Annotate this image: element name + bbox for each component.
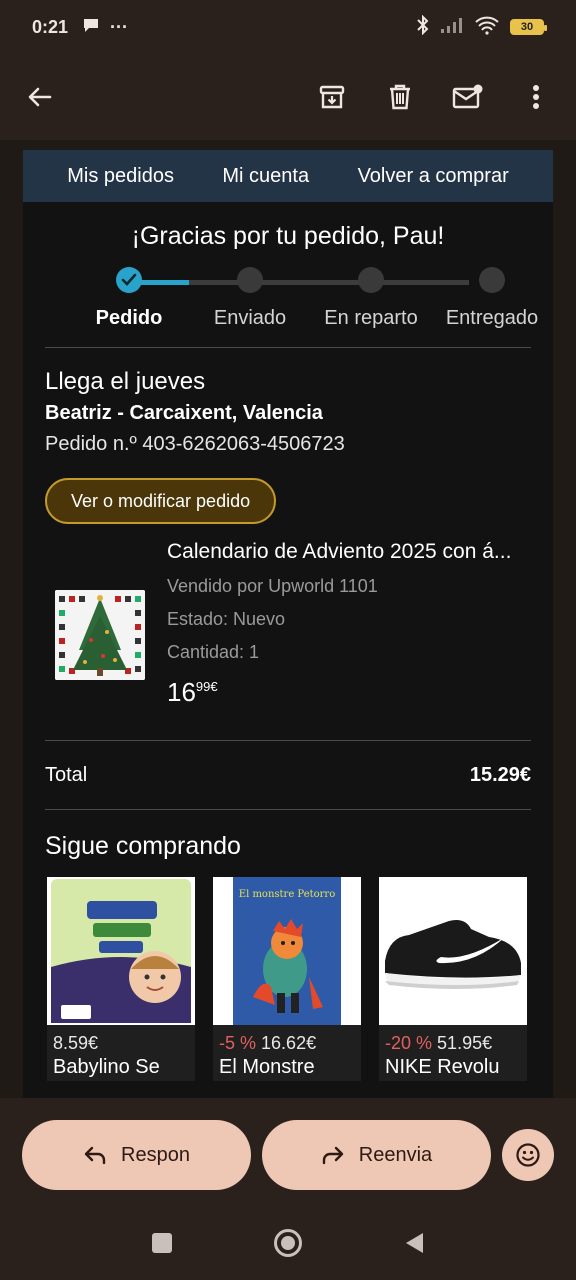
order-number: Pedido n.º 403-6262063-4506723: [45, 433, 345, 455]
keep-shopping-heading: Sigue comprando: [45, 832, 241, 860]
mark-unread-mail-icon: [452, 84, 483, 109]
reply-action-bar: Respon Reenvia: [0, 1098, 576, 1210]
step-label: Pedido: [95, 307, 163, 329]
emoji-reaction-button[interactable]: [502, 1129, 554, 1181]
reply-button[interactable]: Respon: [22, 1120, 251, 1190]
square-recents-icon: [152, 1232, 172, 1253]
app-toolbar: [0, 54, 576, 140]
product-discount: -5 %: [219, 1033, 257, 1053]
forward-icon: [322, 1146, 343, 1165]
triangle-back-icon: [406, 1232, 423, 1253]
view-modify-order-button[interactable]: Ver o modificar pedido: [45, 478, 277, 524]
total-row: Total 15.29€: [45, 741, 531, 809]
order-progress-tracker: Pedido Enviado En reparto Entregado: [45, 267, 538, 347]
delete-button[interactable]: [380, 77, 420, 117]
system-nav-bar: [0, 1210, 576, 1280]
book-cover-image[interactable]: El monstre Petorro: [213, 877, 361, 1025]
more-notifications-icon: ···: [110, 16, 129, 37]
back-button[interactable]: [20, 77, 60, 117]
item-price: 1699€: [167, 677, 531, 708]
chat-bubble-icon: [82, 17, 100, 38]
price-fraction: 99€: [195, 679, 218, 694]
item-seller: Vendido por Upworld 1101: [167, 576, 378, 596]
product-price-line: -5 % 16.62€: [213, 1025, 361, 1054]
nav-my-orders-link[interactable]: Mis pedidos: [67, 165, 174, 188]
forward-button[interactable]: Reenvia: [262, 1120, 491, 1190]
divider: [45, 347, 531, 348]
thanks-heading: ¡Gracias por tu pedido, Pau!: [131, 222, 445, 250]
email-scroll-area[interactable]: Mis pedidos Mi cuenta Volver a comprar ¡…: [0, 140, 576, 1098]
reply-icon: [84, 1146, 106, 1165]
email-body: Mis pedidos Mi cuenta Volver a comprar ¡…: [23, 150, 553, 1098]
trash-icon: [390, 84, 410, 110]
nav-my-account-link[interactable]: Mi cuenta: [222, 165, 309, 188]
delivery-address: Beatriz - Carcaixent, Valencia: [45, 402, 323, 424]
email-nav-bar: Mis pedidos Mi cuenta Volver a comprar: [23, 150, 553, 202]
archive-icon: [319, 85, 345, 109]
back-arrow-icon: [28, 87, 52, 107]
more-options-button[interactable]: [516, 77, 556, 117]
total-value: 15.29€: [469, 763, 531, 786]
check-icon: [116, 267, 142, 293]
arrival-title: Llega el jueves: [45, 368, 206, 395]
more-vert-icon: [533, 85, 539, 109]
product-carousel: 8.59€ Babylino Se El monstre Petorro -5 …: [47, 877, 531, 1081]
step-dot: [479, 267, 505, 293]
wifi-icon: [474, 15, 500, 40]
order-item[interactable]: Calendario de Adviento 2025 con á... Ven…: [45, 540, 531, 740]
item-condition: Estado: Nuevo: [167, 609, 286, 629]
smiley-icon: [516, 1143, 540, 1167]
advent-calendar-image[interactable]: [55, 590, 145, 680]
step-delivered: Entregado: [432, 267, 552, 330]
product-card[interactable]: -20 % 51.95€ NIKE Revolu: [379, 877, 527, 1081]
product-card[interactable]: 8.59€ Babylino Se: [47, 877, 195, 1081]
sneaker-image[interactable]: [379, 877, 527, 1025]
step-ordered: Pedido: [69, 267, 189, 330]
mark-unread-button[interactable]: [448, 77, 488, 117]
battery-icon: 30: [510, 19, 547, 35]
divider: [45, 809, 531, 810]
step-label: Entregado: [445, 307, 539, 329]
home-button[interactable]: [273, 1228, 303, 1263]
product-price: 51.95€: [437, 1033, 493, 1053]
price-whole: 16: [167, 677, 196, 707]
product-price: 16.62€: [261, 1033, 317, 1053]
total-label: Total: [45, 763, 88, 786]
product-price: 8.59€: [53, 1033, 99, 1053]
status-time: 0:21: [32, 16, 69, 37]
product-discount: -20 %: [385, 1033, 433, 1053]
forward-label: Reenvia: [358, 1143, 433, 1166]
recents-button[interactable]: [151, 1232, 173, 1259]
reply-label: Respon: [121, 1143, 190, 1166]
product-price-line: -20 % 51.95€: [379, 1025, 527, 1054]
signal-icon: [440, 16, 464, 39]
step-dot: [237, 267, 263, 293]
back-nav-button[interactable]: [403, 1231, 425, 1260]
item-info: Calendario de Adviento 2025 con á... Ven…: [167, 540, 531, 708]
circle-home-icon: [274, 1228, 302, 1257]
arrival-info: Llega el jueves Beatriz - Carcaixent, Va…: [45, 368, 531, 456]
step-label: Enviado: [213, 307, 287, 329]
book-cover-title: El monstre Petorro: [239, 889, 335, 900]
product-price-line: 8.59€: [47, 1025, 195, 1054]
item-quantity: Cantidad: 1: [167, 642, 260, 662]
product-name[interactable]: NIKE Revolu: [379, 1054, 527, 1081]
product-name[interactable]: Babylino Se: [47, 1054, 195, 1081]
step-dot: [358, 267, 384, 293]
product-name[interactable]: El Monstre: [213, 1054, 361, 1081]
item-title[interactable]: Calendario de Adviento 2025 con á...: [167, 540, 531, 564]
step-out-for-delivery: En reparto: [311, 267, 431, 330]
nav-buy-again-link[interactable]: Volver a comprar: [358, 165, 509, 188]
status-bar: 0:21 ··· 30: [0, 0, 576, 54]
archive-button[interactable]: [312, 77, 352, 117]
product-card[interactable]: El monstre Petorro -5 % 16.62€ El Monstr…: [213, 877, 361, 1081]
bluetooth-icon: [416, 14, 430, 40]
diaper-pack-image[interactable]: [47, 877, 195, 1025]
step-label: En reparto: [324, 307, 418, 329]
step-shipped: Enviado: [190, 267, 310, 330]
